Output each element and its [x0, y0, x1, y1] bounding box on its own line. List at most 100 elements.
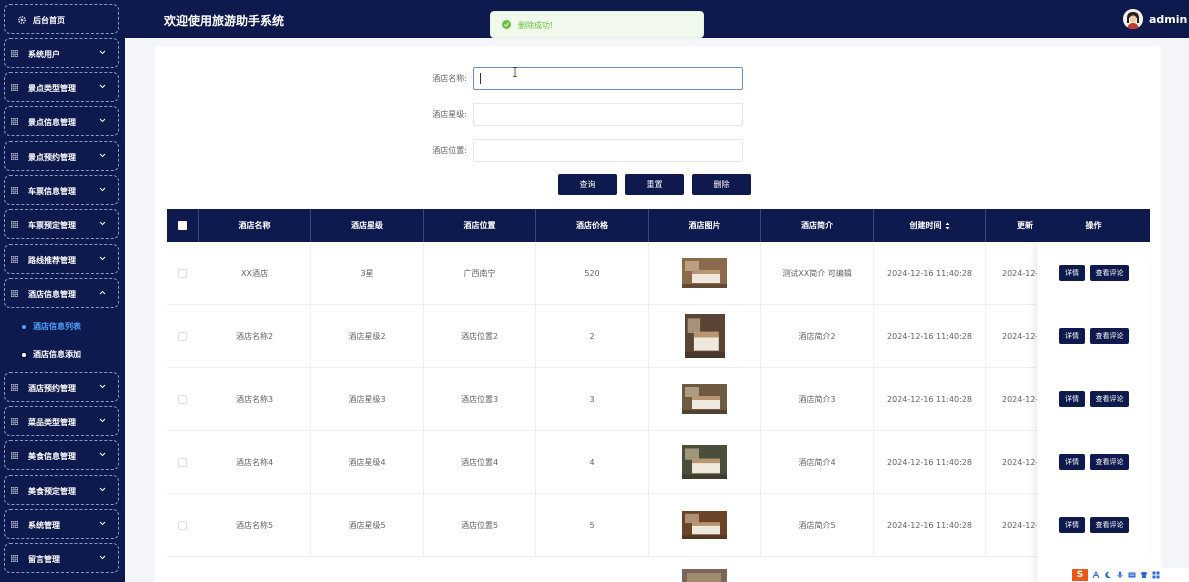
- column-header: 酒店简介: [761, 209, 874, 242]
- hotel-photo[interactable]: [682, 258, 727, 288]
- user-avatar[interactable]: [1123, 9, 1143, 29]
- hotel-photo-cell: [649, 431, 761, 493]
- ime-logo-icon[interactable]: S: [1072, 569, 1088, 581]
- table-row[interactable]: 酒店名称5 酒店星级5 酒店位置5 5 酒店简介5 2024-12-16 11:40:28…: [167, 494, 1150, 557]
- sidebar-item[interactable]: 系统用户: [4, 38, 119, 68]
- column-header: 酒店位置: [424, 209, 536, 242]
- table-row[interactable]: 酒店名称3 酒店星级3 酒店位置3 3 酒店简介3 2024-12-16 11:40:28…: [167, 368, 1150, 431]
- bullet-icon: [22, 352, 26, 357]
- grid-icon: [11, 118, 18, 125]
- chevron-down-icon: [99, 521, 106, 526]
- hotel-photo[interactable]: [682, 445, 727, 479]
- user-name[interactable]: admin: [1149, 13, 1187, 26]
- column-header: 酒店星级: [311, 209, 424, 242]
- column-header: 酒店价格: [536, 209, 649, 242]
- detail-button[interactable]: 详情: [1059, 328, 1085, 344]
- detail-button[interactable]: 详情: [1059, 265, 1085, 281]
- table-cell: 酒店名称5: [199, 494, 311, 556]
- keyboard-icon[interactable]: [1128, 571, 1136, 579]
- row-checkbox[interactable]: [178, 395, 187, 404]
- table-row[interactable]: [167, 557, 1150, 582]
- table-cell: 2024-12-16 11:40:28: [874, 494, 986, 556]
- table-cell: 2024-12-16 11:40:28: [874, 368, 986, 430]
- table-row[interactable]: 酒店名称2 酒店星级2 酒店位置2 2 酒店简介2 2024-12-16 11:40:28…: [167, 305, 1150, 368]
- avatar-icon: [1123, 9, 1143, 29]
- sidebar-subitem-label: 酒店信息列表: [33, 322, 81, 331]
- grid-icon: [11, 153, 18, 160]
- sidebar-item[interactable]: 酒店预约管理: [4, 372, 119, 402]
- table-cell: 酒店星级4: [311, 431, 424, 493]
- table-cell: 酒店简介5: [761, 494, 874, 556]
- chevron-down-icon: [99, 418, 106, 423]
- select-all-checkbox[interactable]: [178, 221, 187, 230]
- chevron-down-icon: [99, 221, 106, 226]
- table-cell: 酒店名称2: [199, 305, 311, 367]
- hotel-photo[interactable]: [682, 511, 727, 539]
- sidebar-item[interactable]: 车票预定管理: [4, 209, 119, 239]
- sidebar-item[interactable]: 美食预定管理: [4, 475, 119, 505]
- row-checkbox[interactable]: [178, 269, 187, 278]
- table-cell: 酒店位置2: [424, 305, 536, 367]
- sidebar-item[interactable]: 系统管理: [4, 509, 119, 539]
- view-comments-button[interactable]: 查看评论: [1090, 265, 1129, 281]
- view-comments-button[interactable]: 查看评论: [1090, 328, 1129, 344]
- sidebar-item[interactable]: 景点类型管理: [4, 72, 119, 102]
- sidebar-item[interactable]: 景点预约管理: [4, 141, 119, 171]
- table-cell: 2024-12-16 11:40:28: [874, 305, 986, 367]
- hotel-photo[interactable]: [682, 569, 727, 582]
- shirt-icon[interactable]: [1140, 571, 1148, 579]
- system-tray: S: [1068, 568, 1189, 582]
- row-checkbox[interactable]: [178, 521, 187, 530]
- detail-button[interactable]: 详情: [1059, 517, 1085, 533]
- view-comments-button[interactable]: 查看评论: [1090, 454, 1129, 470]
- column-header: 酒店图片: [649, 209, 761, 242]
- created-time-header[interactable]: 创建时间: [874, 209, 986, 242]
- sidebar-item[interactable]: 车票信息管理: [4, 175, 119, 205]
- sidebar-item-home[interactable]: 后台首页: [4, 4, 119, 34]
- detail-button[interactable]: 详情: [1059, 454, 1085, 470]
- sidebar-item[interactable]: 菜品类型管理: [4, 406, 119, 436]
- sidebar-item-label: 美食信息管理: [28, 452, 76, 461]
- view-comments-button[interactable]: 查看评论: [1090, 391, 1129, 407]
- pinyin-icon[interactable]: [1092, 571, 1100, 579]
- table-cell: 5: [536, 494, 649, 556]
- delete-button[interactable]: 删除: [692, 174, 751, 195]
- chevron-down-icon: [99, 153, 106, 158]
- grid-icon[interactable]: [1152, 571, 1160, 579]
- grid-icon: [11, 84, 18, 91]
- hotel-photo[interactable]: [682, 384, 727, 414]
- sidebar-subitem[interactable]: 酒店信息添加: [22, 349, 81, 360]
- chevron-down-icon: [99, 555, 106, 560]
- sidebar-item[interactable]: 留言管理: [4, 543, 119, 573]
- sidebar-item[interactable]: 路线推荐管理: [4, 244, 119, 274]
- sort-icon[interactable]: [945, 222, 950, 230]
- table-cell: 3: [536, 368, 649, 430]
- view-comments-button[interactable]: 查看评论: [1090, 517, 1129, 533]
- table-cell: 酒店名称3: [199, 368, 311, 430]
- hotel-location-input[interactable]: [473, 139, 743, 162]
- reset-button[interactable]: 重置: [625, 174, 684, 195]
- table-row[interactable]: XX酒店 3星 广西南宁 520 测试XX简介 可编辑 2024-12-16 11:40:…: [167, 242, 1150, 305]
- table-cell: 酒店星级2: [311, 305, 424, 367]
- row-checkbox[interactable]: [178, 458, 187, 467]
- hotel-photo-cell: [649, 368, 761, 430]
- table-cell: 3星: [311, 242, 424, 304]
- select-all-cell: [167, 209, 199, 242]
- hotel-photo[interactable]: [684, 314, 725, 358]
- row-checkbox[interactable]: [178, 332, 187, 341]
- column-header: 操作: [1085, 221, 1102, 230]
- microphone-icon[interactable]: [1116, 571, 1124, 579]
- sidebar-subitem[interactable]: 酒店信息列表: [22, 321, 81, 332]
- sidebar-item[interactable]: 美食信息管理: [4, 440, 119, 470]
- grid-icon: [11, 221, 18, 228]
- sidebar-item[interactable]: 酒店信息管理: [4, 278, 119, 308]
- table-row[interactable]: 酒店名称4 酒店星级4 酒店位置4 4 酒店简介4 2024-12-16 11:40:28…: [167, 431, 1150, 494]
- moon-icon[interactable]: [1104, 571, 1112, 579]
- success-toast: 删除成功!: [490, 11, 704, 38]
- hotel-level-input[interactable]: [473, 103, 743, 126]
- table-cell: 2024-12-16 11:40:28: [874, 242, 986, 304]
- query-button[interactable]: 查询: [558, 174, 617, 195]
- chevron-up-icon: [99, 290, 106, 295]
- detail-button[interactable]: 详情: [1059, 391, 1085, 407]
- sidebar-item[interactable]: 景点信息管理: [4, 106, 119, 136]
